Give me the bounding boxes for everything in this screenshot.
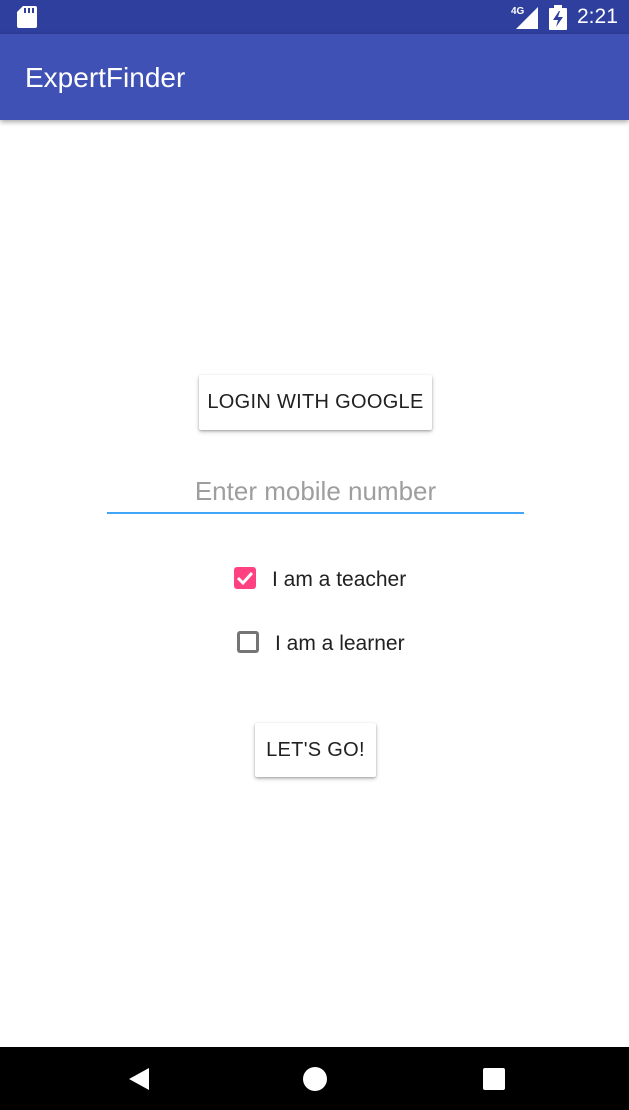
lets-go-button[interactable]: LET'S GO! xyxy=(255,723,376,777)
login-with-google-button[interactable]: LOGIN WITH GOOGLE xyxy=(199,375,432,430)
learner-checkbox-row[interactable]: I am a learner xyxy=(234,626,410,662)
app-title: ExpertFinder xyxy=(25,62,186,93)
status-clock: 2:21 xyxy=(577,5,618,28)
checkmark-icon xyxy=(236,571,254,586)
teacher-checkbox[interactable] xyxy=(234,567,256,589)
network-type-label: 4G xyxy=(511,6,525,17)
learner-checkbox[interactable] xyxy=(237,631,259,653)
learner-checkbox-label: I am a learner xyxy=(275,632,405,655)
back-icon xyxy=(129,1068,149,1090)
recents-button[interactable] xyxy=(476,1061,512,1097)
sd-card-icon xyxy=(17,6,37,28)
mobile-number-input[interactable] xyxy=(107,470,524,514)
teacher-checkbox-row[interactable]: I am a teacher xyxy=(231,562,413,598)
teacher-checkbox-label: I am a teacher xyxy=(272,568,407,591)
back-button[interactable] xyxy=(121,1061,157,1097)
screen: 4G 2:21 ExpertFinder LOGIN WITH GOOGLE I… xyxy=(0,0,629,1110)
recents-icon xyxy=(483,1068,505,1090)
status-bar: 4G 2:21 xyxy=(0,0,629,34)
home-icon xyxy=(303,1067,327,1091)
battery-icon xyxy=(549,5,567,30)
app-bar: ExpertFinder xyxy=(0,34,629,120)
navigation-bar xyxy=(0,1047,629,1110)
signal-icon: 4G xyxy=(511,6,538,29)
home-button[interactable] xyxy=(297,1061,333,1097)
